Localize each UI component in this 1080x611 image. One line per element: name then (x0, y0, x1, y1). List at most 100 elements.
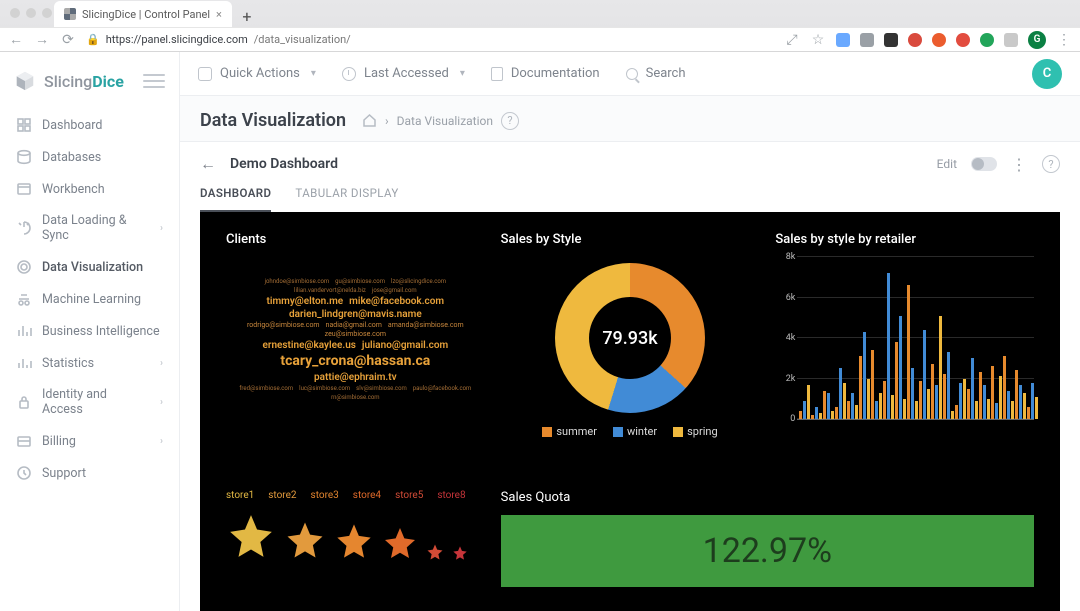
browser-actions: ⤢ ☆ G ⋮ (784, 31, 1072, 49)
bar (999, 376, 1002, 419)
store-label: store5 (395, 490, 423, 501)
sidebar-item-label: Identity and Access (42, 387, 150, 417)
star-icon (334, 521, 374, 561)
bar (1019, 385, 1022, 419)
legend-label: winter (627, 425, 657, 438)
more-menu[interactable]: ⋮ (1011, 155, 1028, 174)
bar (871, 350, 874, 419)
sidebar-icon (16, 465, 32, 481)
panel-title: Sales Quota (501, 490, 1034, 505)
profile-avatar[interactable]: G (1028, 31, 1046, 49)
sidebar-item-databases[interactable]: Databases (8, 142, 171, 172)
extension-icon[interactable] (956, 33, 970, 47)
sidebar-item-label: Workbench (42, 182, 105, 197)
user-avatar[interactable]: C (1032, 59, 1062, 89)
bar (863, 332, 866, 419)
panel-clients: Clients johndoe@simbiose.comgu@simbiose.… (218, 232, 493, 482)
kebab-icon[interactable]: ⋮ (1056, 32, 1072, 48)
legend-label: summer (556, 425, 597, 438)
bar (983, 385, 986, 419)
bar (919, 381, 922, 419)
sidebar-item-support[interactable]: Support (8, 458, 171, 488)
bar (979, 372, 982, 419)
bar (847, 401, 850, 419)
lock-icon: 🔒 (86, 33, 100, 46)
panel-title: Clients (226, 232, 485, 247)
quick-actions-icon (198, 67, 212, 81)
extension-icon[interactable] (860, 33, 874, 47)
help-icon[interactable]: ? (501, 112, 519, 130)
bar (851, 393, 854, 419)
brand-text: Dice (92, 72, 124, 91)
bar (939, 316, 942, 419)
sidebar-item-data-visualization[interactable]: Data Visualization (8, 252, 171, 282)
sidebar-item-identity-and-access[interactable]: Identity and Access› (8, 380, 171, 424)
sidebar-icon (16, 394, 32, 410)
zoom-icon[interactable]: ⤢ (784, 32, 800, 48)
quota-value: 122.97% (501, 515, 1034, 587)
bar (899, 316, 902, 419)
clock-icon (342, 67, 356, 81)
sidebar-item-dashboard[interactable]: Dashboard (8, 110, 171, 140)
search-label: Search (646, 66, 686, 81)
reload-icon[interactable]: ⟳ (60, 32, 76, 48)
wordcloud: johndoe@simbiose.comgu@simbiose.comlzo@s… (226, 277, 485, 447)
bar (987, 399, 990, 419)
sidebar-item-machine-learning[interactable]: Machine Learning (8, 284, 171, 314)
star-icon[interactable]: ☆ (810, 32, 826, 48)
home-icon[interactable] (362, 113, 377, 128)
bar (891, 395, 894, 419)
extension-icon[interactable] (836, 33, 850, 47)
close-icon[interactable]: × (216, 8, 222, 21)
new-tab-button[interactable]: + (236, 5, 258, 27)
sidebar-item-label: Business Intelligence (42, 324, 160, 339)
extension-icon[interactable] (908, 33, 922, 47)
search-button[interactable]: Search (626, 66, 686, 81)
quick-actions-menu[interactable]: Quick Actions ▾ (198, 66, 316, 81)
tab-dashboard[interactable]: DASHBOARD (200, 186, 271, 212)
donut-chart: 79.93k (555, 263, 705, 413)
window-controls[interactable] (10, 8, 52, 18)
forward-icon[interactable]: → (34, 31, 50, 48)
extension-icon[interactable] (1004, 33, 1018, 47)
edit-label: Edit (937, 157, 957, 171)
sidebar-item-statistics[interactable]: Statistics› (8, 348, 171, 378)
breadcrumb-item[interactable]: Data Visualization (397, 114, 493, 128)
favicon-icon (64, 8, 76, 20)
sidebar-item-label: Statistics (42, 356, 94, 371)
last-accessed-menu[interactable]: Last Accessed ▾ (342, 66, 465, 81)
address-bar[interactable]: 🔒 https://panel.slicingdice.com/data_vis… (86, 33, 774, 46)
extension-icon[interactable] (932, 33, 946, 47)
extension-icon[interactable] (884, 33, 898, 47)
sidebar-menu: Dashboard Databases Workbench Data Loading … (0, 106, 179, 492)
sidebar-item-data-loading-sync[interactable]: Data Loading & Sync› (8, 206, 171, 250)
bar (903, 399, 906, 419)
brand[interactable]: SlicingDice (0, 62, 179, 106)
sidebar-icon (16, 259, 32, 275)
sidebar-icon (16, 355, 32, 371)
sidebar-item-label: Databases (42, 150, 101, 165)
bar (975, 401, 978, 419)
bar (887, 273, 890, 419)
bar (907, 285, 910, 419)
sidebar-item-business-intelligence[interactable]: Business Intelligence (8, 316, 171, 346)
bar (799, 411, 802, 419)
edit-toggle[interactable] (971, 157, 997, 171)
bar (1027, 407, 1030, 419)
tab-tabular[interactable]: TABULAR DISPLAY (295, 186, 398, 212)
star-icon (382, 525, 418, 561)
help-icon[interactable]: ? (1042, 155, 1060, 173)
extension-icon[interactable] (980, 33, 994, 47)
sidebar-item-workbench[interactable]: Workbench (8, 174, 171, 204)
back-icon[interactable]: ← (8, 31, 24, 48)
documentation-link[interactable]: Documentation (491, 66, 600, 81)
sidebar-item-billing[interactable]: Billing› (8, 426, 171, 456)
bar (1003, 356, 1006, 419)
chevron-right-icon: › (160, 436, 163, 447)
bar (963, 379, 966, 420)
menu-toggle-icon[interactable] (143, 74, 165, 88)
bar (1007, 391, 1010, 419)
sidebar-icon (16, 117, 32, 133)
back-button[interactable]: ← (200, 154, 216, 174)
browser-tab[interactable]: SlicingDice | Control Panel × (54, 1, 232, 27)
